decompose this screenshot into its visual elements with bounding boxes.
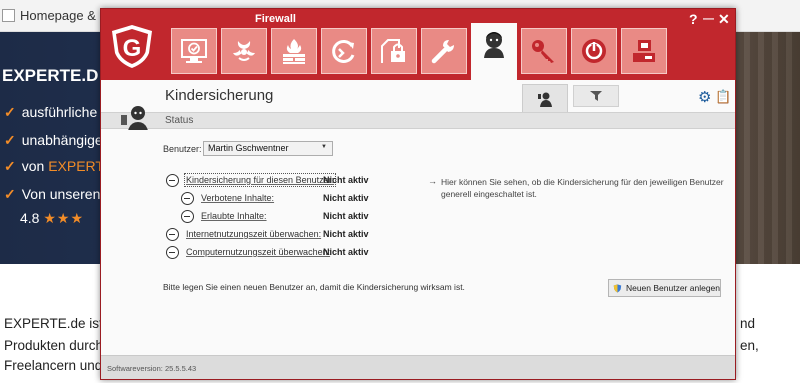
internet-time-status: Nicht aktiv xyxy=(323,229,369,239)
nav-password-manager[interactable] xyxy=(521,28,567,74)
device-control-icon xyxy=(633,40,655,62)
allowed-content-status: Nicht aktiv xyxy=(323,211,369,221)
hero-item: ✓ von EXPERTE xyxy=(4,158,113,175)
user-label: Benutzer: xyxy=(163,144,202,154)
chevron-down-icon: ▼ xyxy=(321,144,327,150)
check-icon: ✓ xyxy=(4,186,16,202)
tab-checkbox[interactable] xyxy=(2,9,15,22)
parental-control-user-label[interactable]: Kindersicherung für diesen Benutzer: xyxy=(183,173,337,187)
rating-stars-icon: ★★★ xyxy=(43,210,85,226)
user-select[interactable]: Martin Gschwentner ▼ xyxy=(203,141,333,156)
tab-parental-status[interactable] xyxy=(522,84,568,112)
new-user-button[interactable]: Neuen Benutzer anlegen xyxy=(608,279,721,297)
body-text-line: Produkten durch u xyxy=(4,338,115,353)
toggle-forbidden-content-icon[interactable] xyxy=(181,192,194,205)
nav-encryption[interactable] xyxy=(371,28,417,74)
nav-security-center[interactable] xyxy=(171,28,217,74)
nav-tuner[interactable] xyxy=(421,28,467,74)
clipboard-log-icon[interactable]: 📋 xyxy=(715,89,731,105)
internet-time-label[interactable]: Internetnutzungszeit überwachen: xyxy=(186,229,321,239)
key-icon xyxy=(532,40,554,63)
new-user-button-label: Neuen Benutzer anlegen xyxy=(625,283,720,293)
notice-text: Bitte legen Sie einen neuen Benutzer an,… xyxy=(163,282,465,292)
rating-value: 4.8 xyxy=(20,210,40,226)
nav-device-control[interactable] xyxy=(621,28,667,74)
software-version: Softwareversion: 25.5.5.43 xyxy=(107,364,197,373)
status-content: Benutzer: Martin Gschwentner ▼ Kindersic… xyxy=(101,130,735,355)
body-text-line: EXPERTE.de ist d xyxy=(4,316,115,331)
body-text-line: en, xyxy=(740,338,759,353)
rating: 4.8 ★★★ xyxy=(20,210,84,227)
encryption-icon xyxy=(381,39,405,63)
minimize-button[interactable]: — xyxy=(703,11,714,27)
hero-item-text: unabhängige xyxy=(21,132,103,148)
nav-parental-control[interactable] xyxy=(471,23,517,80)
hero-item-text: Von unseren xyxy=(21,186,101,202)
nav-virus-protection[interactable] xyxy=(221,28,267,74)
filter-icon xyxy=(590,91,602,101)
hero-title: EXPERTE.D xyxy=(2,66,99,85)
hero-item: ✓ Von unseren xyxy=(4,186,100,203)
nav-backup[interactable] xyxy=(321,28,367,74)
module-header: Kindersicherung ⚙ 📋 xyxy=(101,80,735,113)
firewall-icon xyxy=(283,39,305,64)
title-bar[interactable]: Firewall ? — ✕ G xyxy=(101,9,735,80)
gdata-window: Firewall ? — ✕ G Kindersicherung ⚙ 📋 Sta… xyxy=(100,8,736,380)
admin-shield-icon xyxy=(613,283,622,293)
hero-item-text: von xyxy=(21,158,49,174)
user-select-value: Martin Gschwentner xyxy=(208,143,289,153)
computer-time-status: Nicht aktiv xyxy=(323,247,369,257)
computer-time-label[interactable]: Computernutzungszeit überwachen: xyxy=(186,247,330,257)
settings-gear-icon[interactable]: ⚙ xyxy=(698,88,711,106)
toggle-parental-control-icon[interactable] xyxy=(166,174,179,187)
hero-item-text: ausführliche P xyxy=(21,104,111,120)
check-icon: ✓ xyxy=(4,158,16,174)
body-text-line: nd xyxy=(740,316,756,331)
status-section-header: Status xyxy=(101,112,735,129)
forbidden-content-label[interactable]: Verbotene Inhalte: xyxy=(201,193,274,203)
body-text-line: Freelancern und K xyxy=(4,358,116,373)
close-button[interactable]: ✕ xyxy=(718,11,730,27)
check-icon: ✓ xyxy=(4,104,16,120)
hero-item: ✓ unabhängige xyxy=(4,132,103,149)
hint-arrow-icon: → xyxy=(428,176,437,186)
virus-protection-icon xyxy=(233,41,255,61)
toggle-internet-time-icon[interactable] xyxy=(166,228,179,241)
toggle-computer-time-icon[interactable] xyxy=(166,246,179,259)
status-bar: Softwareversion: 25.5.5.43 xyxy=(101,355,735,379)
check-icon: ✓ xyxy=(4,132,16,148)
parental-status-icon xyxy=(538,92,552,107)
wrench-icon xyxy=(431,40,454,64)
section-label: Status xyxy=(165,115,194,126)
parental-control-status: Nicht aktiv xyxy=(323,175,369,185)
forbidden-content-status: Nicht aktiv xyxy=(323,193,369,203)
nav-autostart-manager[interactable] xyxy=(571,28,617,74)
backup-icon xyxy=(332,39,355,63)
parental-control-icon xyxy=(484,32,504,58)
help-button[interactable]: ? xyxy=(689,11,698,27)
svg-text:G: G xyxy=(123,35,142,62)
hero-item: ✓ ausführliche P xyxy=(4,104,110,121)
power-icon xyxy=(582,39,606,63)
security-center-icon xyxy=(181,39,207,63)
allowed-content-label[interactable]: Erlaubte Inhalte: xyxy=(201,211,267,221)
gdata-logo-icon: G xyxy=(112,25,152,68)
hint-text: Hier können Sie sehen, ob die Kindersich… xyxy=(441,177,724,199)
tab-content-filter[interactable] xyxy=(573,85,619,107)
page-title: Kindersicherung xyxy=(165,87,274,104)
window-title: Firewall xyxy=(255,13,296,25)
toggle-allowed-content-icon[interactable] xyxy=(181,210,194,223)
nav-firewall[interactable] xyxy=(271,28,317,74)
